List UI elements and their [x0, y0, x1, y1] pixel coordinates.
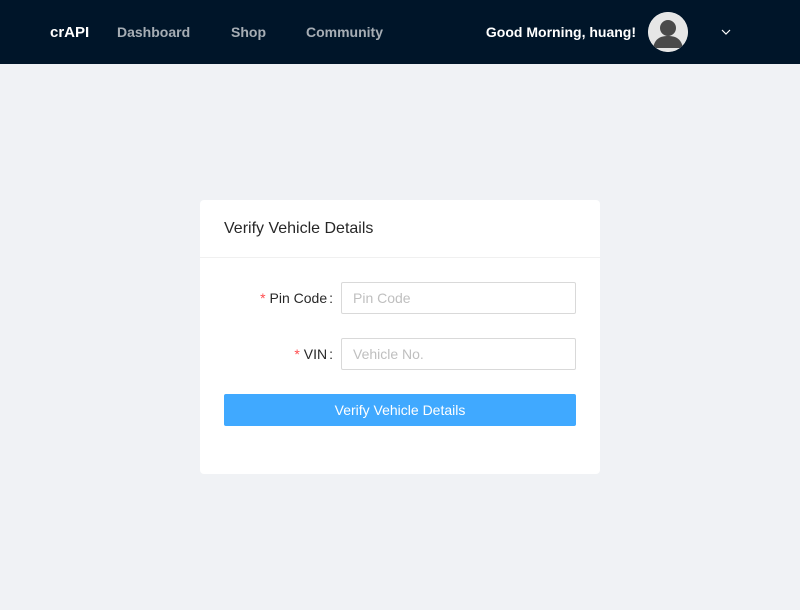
user-avatar-icon[interactable]: [648, 12, 688, 52]
card-title: Verify Vehicle Details: [200, 200, 600, 258]
brand-logo[interactable]: crAPI: [50, 0, 89, 64]
chevron-down-icon[interactable]: [716, 22, 736, 42]
pin-code-row: * Pin Code:: [224, 282, 576, 314]
pin-code-label-text: Pin Code: [269, 290, 328, 306]
label-colon: :: [329, 346, 333, 362]
verify-vehicle-card: Verify Vehicle Details *Pin Code: *VIN: …: [200, 200, 600, 474]
vin-label-text: VIN: [303, 346, 328, 362]
vin-label: * VIN:: [224, 346, 341, 362]
nav-community-link[interactable]: Community: [306, 0, 383, 64]
nav-dashboard-link[interactable]: Dashboard: [117, 0, 190, 64]
vin-row: * VIN:: [224, 338, 576, 370]
greeting-text: Good Morning, huang!: [485, 24, 636, 40]
pin-code-input[interactable]: [341, 282, 576, 314]
required-asterisk: *: [260, 290, 266, 306]
top-navbar: crAPI Dashboard Shop Community Good Morn…: [0, 0, 800, 64]
required-asterisk: *: [294, 346, 300, 362]
vin-input[interactable]: [341, 338, 576, 370]
nav-shop-link[interactable]: Shop: [231, 0, 266, 64]
verify-vehicle-button[interactable]: Verify Vehicle Details: [224, 394, 576, 426]
pin-code-label: * Pin Code:: [224, 290, 341, 306]
label-colon: :: [329, 290, 333, 306]
